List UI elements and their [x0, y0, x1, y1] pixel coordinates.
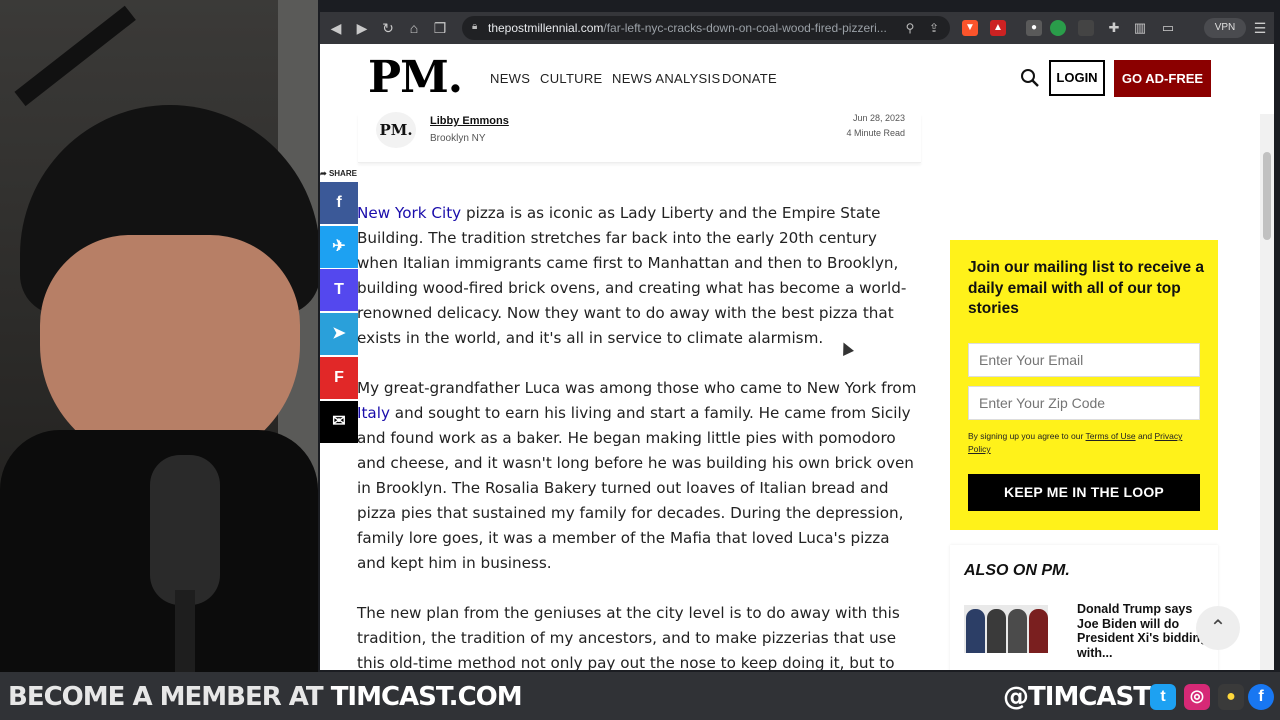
also-on-heading: ALSO ON PM. [964, 562, 1070, 579]
terms-mid: and [1135, 431, 1155, 441]
thumb-figure-4 [1029, 609, 1048, 653]
also-on-headline[interactable]: Donald Trump says Joe Biden will do Pres… [1077, 602, 1211, 660]
author-avatar: PM. [376, 112, 416, 148]
login-button[interactable]: LOGIN [1049, 60, 1105, 96]
menu-icon[interactable]: ☰ [1252, 20, 1268, 36]
scrollbar-thumb[interactable] [1263, 152, 1271, 240]
share-email-icon[interactable]: ✉ [320, 401, 358, 443]
nav-donate[interactable]: DONATE [722, 71, 777, 86]
twitter-icon: t [1150, 684, 1176, 710]
link-italy[interactable]: Italy [357, 404, 390, 422]
extension-icon-1[interactable]: ● [1026, 20, 1042, 36]
newsletter-terms: By signing up you agree to our Terms of … [968, 430, 1200, 456]
banner-cta: BECOME A MEMBER AT TIMCAST.COM [8, 682, 523, 712]
paragraph-2-before: My great-grandfather Luca was among thos… [357, 379, 917, 397]
share-truth-social-icon[interactable]: T [320, 269, 358, 311]
zip-code-input[interactable] [968, 386, 1200, 420]
address-bar[interactable]: 🔒︎ thepostmillennial.com/far-left-nyc-cr… [462, 16, 950, 40]
lightbulb-icon: ● [1218, 684, 1244, 710]
site-header: PM. NEWS CULTURE NEWS ANALYSIS DONATE LO… [320, 44, 1260, 114]
article-paragraph-1: New York City pizza is as iconic as Lady… [357, 201, 922, 351]
paragraph-1-text: pizza is as iconic as Lady Liberty and t… [357, 204, 907, 347]
vpn-button[interactable]: VPN [1204, 18, 1246, 38]
link-new-york-city[interactable]: New York City [357, 204, 461, 222]
bookmark-icon[interactable]: ❒ [430, 18, 450, 38]
lock-icon: 🔒︎ [472, 21, 478, 32]
browser-toolbar: ◀ ▶ ↻ ⌂ ❒ 🔒︎ thepostmillennial.com/far-l… [320, 12, 1274, 44]
brave-shield-icon[interactable]: ▼ [962, 20, 978, 36]
vpn-label: VPN [1214, 22, 1236, 33]
site-logo[interactable]: PM. [368, 52, 463, 103]
thumb-figure-2 [987, 609, 1006, 653]
zoom-icon[interactable]: ⚲ [902, 20, 918, 36]
article-paragraph-2: My great-grandfather Luca was among thos… [357, 376, 922, 576]
publish-date: Jun 28, 2023 [852, 113, 905, 123]
home-icon[interactable]: ⌂ [404, 18, 424, 38]
banner-site: TIMCAST.COM [330, 682, 523, 712]
brave-rewards-icon[interactable]: ▲ [990, 20, 1006, 36]
nav-news[interactable]: NEWS [490, 71, 530, 86]
also-on-widget: ALSO ON PM. Donald Trump says Joe Biden … [950, 545, 1218, 670]
instagram-icon: ◎ [1184, 684, 1210, 710]
stream-banner: BECOME A MEMBER AT TIMCAST.COM @TIMCAST … [0, 672, 1280, 720]
nav-news-analysis[interactable]: NEWS ANALYSIS [612, 71, 720, 86]
webcam-sword [14, 5, 136, 107]
author-name[interactable]: Libby Emmons [430, 115, 509, 127]
extensions-puzzle-icon[interactable]: ✚ [1106, 20, 1122, 36]
forward-icon[interactable]: ▶ [352, 18, 372, 38]
url-text[interactable]: thepostmillennial.com/far-left-nyc-crack… [488, 21, 898, 35]
keep-me-in-the-loop-button[interactable]: KEEP ME IN THE LOOP [968, 474, 1200, 511]
thumb-figure-1 [966, 609, 985, 653]
wallet-icon[interactable]: ▭ [1160, 20, 1176, 36]
share-twitter-icon[interactable]: ✈ [320, 226, 358, 268]
email-input[interactable] [968, 343, 1200, 377]
go-ad-free-button[interactable]: GO AD-FREE [1114, 60, 1211, 97]
facebook-icon: f [1248, 684, 1274, 710]
share-page-icon[interactable]: ⇪ [926, 20, 942, 36]
article-byline: PM. Libby Emmons Brooklyn NY Jun 28, 202… [358, 112, 921, 163]
url-domain: thepostmillennial.com [488, 21, 604, 35]
share-flipboard-icon[interactable]: F [320, 357, 358, 399]
webcam-feed [0, 0, 318, 672]
sidebar-icon[interactable]: ▥ [1132, 20, 1148, 36]
thumb-figure-3 [1008, 609, 1027, 653]
newsletter-signup: Join our mailing list to receive a daily… [950, 240, 1218, 530]
share-label: ➦ SHARE [320, 169, 357, 178]
author-location: Brooklyn NY [430, 133, 486, 144]
search-icon[interactable] [1020, 68, 1040, 88]
webcam-microphone [150, 455, 220, 605]
extension-icon-2[interactable] [1050, 20, 1066, 36]
terms-of-use-link[interactable]: Terms of Use [1086, 431, 1136, 441]
share-facebook-icon[interactable]: f [320, 182, 358, 224]
webcam-mic-arm [175, 590, 195, 672]
extension-icon-3[interactable] [1078, 20, 1094, 36]
article-paragraph-3: The new plan from the geniuses at the ci… [357, 604, 900, 670]
terms-prefix: By signing up you agree to our [968, 431, 1086, 441]
banner-prefix: BECOME A MEMBER AT [8, 682, 324, 712]
url-path: /far-left-nyc-cracks-down-on-coal-wood-f… [603, 21, 887, 35]
browser-window: ◀ ▶ ↻ ⌂ ❒ 🔒︎ thepostmillennial.com/far-l… [320, 12, 1274, 670]
reload-icon[interactable]: ↻ [378, 18, 398, 38]
scroll-to-top-button[interactable]: ⌃ [1196, 606, 1240, 650]
paragraph-2-after: and sought to earn his living and start … [357, 404, 914, 572]
banner-handle: @TIMCAST [1003, 682, 1151, 712]
read-time: 4 Minute Read [846, 128, 905, 138]
share-telegram-icon[interactable]: ➤ [320, 313, 358, 355]
article-body: New York City pizza is as iconic as Lady… [357, 201, 922, 670]
share-label-text: SHARE [328, 169, 357, 178]
back-icon[interactable]: ◀ [326, 18, 346, 38]
nav-culture[interactable]: CULTURE [540, 71, 603, 86]
newsletter-heading: Join our mailing list to receive a daily… [968, 259, 1205, 317]
also-on-thumbnail[interactable] [964, 605, 1048, 653]
